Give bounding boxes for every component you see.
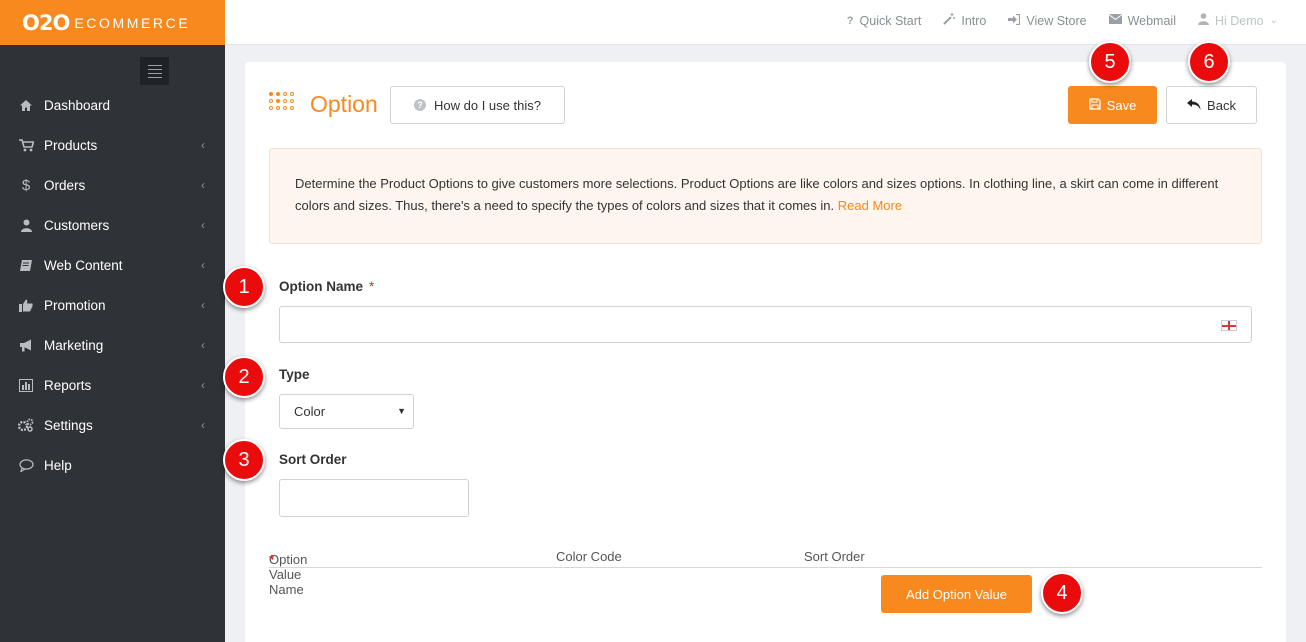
bar-chart-icon — [17, 378, 35, 392]
option-name-label: Option Name * — [279, 279, 374, 294]
sidebar-item-label: Customers — [44, 217, 110, 233]
intro-link[interactable]: Intro — [943, 13, 986, 28]
intro-label: Intro — [961, 13, 987, 28]
chevron-left-icon: ‹ — [201, 418, 205, 432]
callout-marker: 3 — [223, 439, 265, 481]
callout-marker: 2 — [223, 356, 265, 398]
sign-in-icon — [1008, 13, 1021, 28]
home-icon — [17, 99, 35, 112]
sidebar-item-label: Promotion — [44, 297, 106, 313]
language-flag-icon[interactable] — [1221, 320, 1237, 331]
sidebar-item-label: Products — [44, 137, 98, 153]
add-option-value-button[interactable]: Add Option Value — [881, 575, 1032, 613]
sort-order-input[interactable] — [279, 479, 469, 517]
logo-main: O2O — [22, 10, 70, 35]
dollar-icon: $ — [21, 176, 31, 194]
reply-arrow-icon — [1187, 98, 1201, 113]
sidebar-item-customers[interactable]: Customers ‹ — [0, 205, 225, 245]
info-box: Determine the Product Options to give cu… — [269, 148, 1262, 244]
type-select[interactable]: Color ▼ — [279, 394, 414, 429]
chevron-down-icon: ⌄ — [1269, 15, 1278, 26]
chevron-left-icon: ‹ — [201, 338, 205, 352]
option-name-label-text: Option Name — [279, 279, 364, 294]
sidebar: O2O ECOMMERCE Dashboard Products ‹ $ Ord… — [0, 0, 225, 642]
sidebar-item-orders[interactable]: $ Orders ‹ — [0, 165, 225, 205]
user-icon — [1197, 13, 1209, 28]
webmail-label: Webmail — [1127, 13, 1176, 28]
quick-start-label: Quick Start — [859, 13, 922, 28]
save-button[interactable]: Save — [1068, 86, 1157, 124]
column-header-sort-order: Sort Order — [804, 549, 865, 564]
brand-logo[interactable]: O2O ECOMMERCE — [0, 0, 225, 45]
how-to-use-button[interactable]: ? How do I use this? — [390, 86, 565, 124]
callout-marker: 5 — [1089, 41, 1131, 83]
callout-marker: 1 — [223, 266, 265, 308]
sidebar-item-help[interactable]: Help — [0, 445, 225, 485]
user-label: Hi Demo — [1214, 13, 1264, 28]
column-header-text: Option Value Name — [269, 552, 308, 597]
page-title: Option — [310, 91, 378, 117]
sidebar-item-label: Reports — [44, 377, 92, 393]
chevron-left-icon: ‹ — [201, 378, 205, 392]
option-name-input[interactable] — [279, 306, 1252, 343]
floppy-disk-icon — [1089, 97, 1101, 113]
view-store-link[interactable]: View Store — [1008, 13, 1087, 28]
question-icon: ? — [846, 14, 854, 27]
cart-icon — [17, 138, 35, 152]
sidebar-item-reports[interactable]: Reports ‹ — [0, 365, 225, 405]
option-form-card: Option ? How do I use this? Save Back De… — [245, 62, 1286, 642]
thumbs-up-icon — [17, 299, 35, 312]
chevron-left-icon: ‹ — [201, 298, 205, 312]
type-selected-value: Color — [294, 404, 326, 419]
caret-down-icon: ▼ — [397, 406, 406, 416]
column-header-color-code: Color Code — [556, 549, 622, 564]
question-circle-icon: ? — [414, 99, 427, 111]
save-label: Save — [1106, 97, 1137, 113]
callout-marker: 6 — [1188, 41, 1230, 83]
required-marker: * — [369, 279, 375, 294]
callout-marker: 4 — [1041, 572, 1083, 614]
user-icon — [17, 219, 35, 232]
envelope-icon — [1108, 14, 1122, 27]
read-more-link[interactable]: Read More — [838, 198, 902, 213]
quick-start-link[interactable]: ? Quick Start — [847, 13, 922, 28]
sidebar-item-label: Marketing — [44, 337, 104, 353]
back-label: Back — [1207, 97, 1236, 113]
sidebar-item-label: Help — [44, 457, 72, 473]
sidebar-item-dashboard[interactable]: Dashboard — [0, 85, 225, 125]
webmail-link[interactable]: Webmail — [1108, 13, 1176, 28]
chevron-left-icon: ‹ — [201, 138, 205, 152]
logo-sub: ECOMMERCE — [74, 14, 191, 31]
book-icon — [17, 259, 35, 272]
chevron-left-icon: ‹ — [201, 258, 205, 272]
back-button[interactable]: Back — [1166, 86, 1257, 124]
sidebar-item-settings[interactable]: Settings ‹ — [0, 405, 225, 445]
sidebar-item-label: Web Content — [44, 257, 123, 273]
chevron-left-icon: ‹ — [201, 178, 205, 192]
sidebar-item-web-content[interactable]: Web Content ‹ — [0, 245, 225, 285]
sidebar-item-marketing[interactable]: Marketing ‹ — [0, 325, 225, 365]
required-marker: * — [269, 552, 275, 567]
page-title-icon — [269, 92, 299, 110]
speech-bubble-icon — [17, 458, 35, 472]
sidebar-item-promotion[interactable]: Promotion ‹ — [0, 285, 225, 325]
bullhorn-icon — [17, 339, 35, 352]
magic-wand-icon — [943, 13, 956, 28]
how-to-use-label: How do I use this? — [434, 97, 541, 113]
info-text: Determine the Product Options to give cu… — [295, 176, 1219, 213]
sort-order-label: Sort Order — [279, 452, 347, 467]
sidebar-item-label: Settings — [44, 417, 93, 433]
top-bar: ? Quick Start Intro View Store Webmail H… — [225, 0, 1306, 45]
menu-toggle-button[interactable] — [140, 57, 169, 85]
sidebar-item-label: Orders — [44, 177, 86, 193]
sidebar-nav: Dashboard Products ‹ $ Orders ‹ Customer… — [0, 85, 225, 485]
sidebar-item-label: Dashboard — [44, 97, 111, 113]
gears-icon — [17, 418, 35, 432]
type-label: Type — [279, 367, 310, 382]
sidebar-item-products[interactable]: Products ‹ — [0, 125, 225, 165]
chevron-left-icon: ‹ — [201, 218, 205, 232]
view-store-label: View Store — [1026, 13, 1087, 28]
user-menu[interactable]: Hi Demo ⌄ — [1197, 13, 1278, 28]
option-values-table-header: Option Value Name * Color Code Sort Order — [269, 546, 1262, 597]
